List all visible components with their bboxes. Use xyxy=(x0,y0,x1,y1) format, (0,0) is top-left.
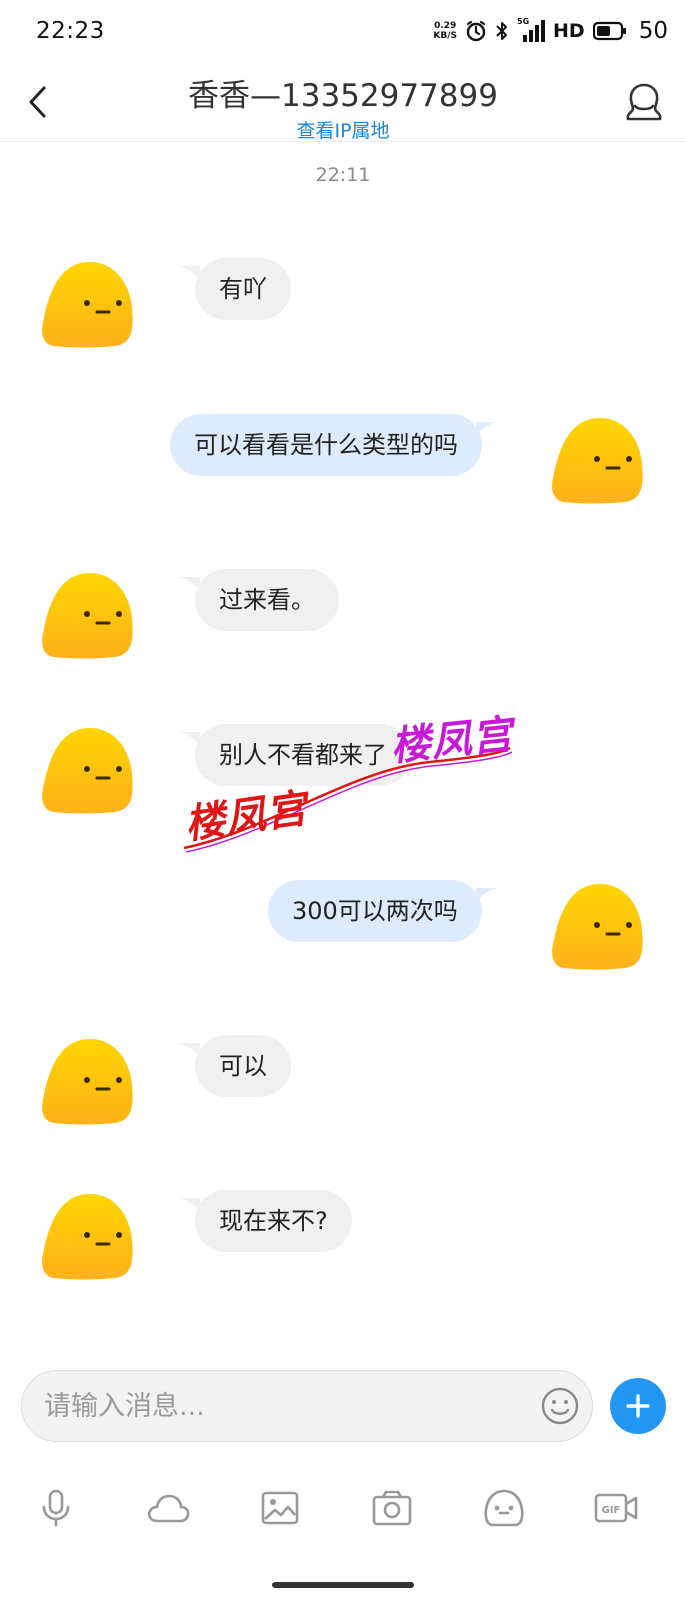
message-bubble[interactable]: 现在来不? xyxy=(195,1190,352,1252)
gif-icon: GIF xyxy=(594,1493,638,1523)
add-attachment-button[interactable] xyxy=(610,1378,666,1434)
incoming-message: 现在来不? xyxy=(0,1190,686,1290)
watermark: 楼凤宫 楼凤宫 xyxy=(180,700,530,860)
user-profile-icon xyxy=(626,83,662,121)
plus-icon xyxy=(626,1394,650,1418)
profile-button[interactable] xyxy=(622,80,666,124)
message-bubble[interactable]: 300可以两次吗 xyxy=(268,880,482,942)
svg-text:GIF: GIF xyxy=(602,1505,621,1516)
message-bubble[interactable]: 可以看看是什么类型的吗 xyxy=(170,414,482,476)
avatar[interactable] xyxy=(550,880,646,972)
status-bar: 22:23 0.29 KB/S 5G HD 50 xyxy=(0,0,686,64)
network-type-label: 5G xyxy=(517,17,530,26)
camera-icon xyxy=(372,1490,412,1526)
battery-icon xyxy=(592,21,626,41)
cloud-icon xyxy=(147,1494,190,1523)
outgoing-message: 可以看看是什么类型的吗 xyxy=(0,414,686,514)
avatar[interactable] xyxy=(40,724,136,816)
network-speed-unit: KB/S xyxy=(433,31,458,41)
voice-button[interactable] xyxy=(28,1480,84,1536)
emoji-button[interactable] xyxy=(540,1386,580,1426)
avatar[interactable] xyxy=(40,1190,136,1282)
microphone-icon xyxy=(42,1489,70,1527)
chat-toolbar: GIF xyxy=(0,1480,686,1540)
camera-button[interactable] xyxy=(364,1480,420,1536)
message-bubble[interactable]: 过来看。 xyxy=(195,569,339,631)
message-input[interactable] xyxy=(21,1370,593,1442)
bluetooth-icon xyxy=(496,22,508,40)
incoming-message: 可以 xyxy=(0,1035,686,1135)
image-icon xyxy=(261,1491,299,1525)
composer xyxy=(0,1370,686,1450)
avatar[interactable] xyxy=(40,258,136,350)
avatar[interactable] xyxy=(550,414,646,506)
avatar[interactable] xyxy=(40,1035,136,1127)
gif-button[interactable]: GIF xyxy=(588,1480,644,1536)
contact-name: 香香—13352977899 xyxy=(188,78,498,114)
alarm-icon xyxy=(466,20,486,42)
message-bubble[interactable]: 有吖 xyxy=(195,258,291,320)
status-time: 22:23 xyxy=(36,18,105,44)
image-button[interactable] xyxy=(252,1480,308,1536)
home-indicator xyxy=(272,1582,414,1588)
cloud-button[interactable] xyxy=(140,1480,196,1536)
chat-timestamp: 22:11 xyxy=(315,164,371,186)
network-speed: 0.29 KB/S xyxy=(433,21,457,41)
avatar[interactable] xyxy=(40,569,136,661)
sticker-button[interactable] xyxy=(476,1480,532,1536)
outgoing-message: 300可以两次吗 xyxy=(0,880,686,980)
sticker-icon xyxy=(484,1489,524,1527)
hd-label: HD xyxy=(553,20,585,42)
emoji-icon xyxy=(541,1387,579,1425)
signal-strength: 5G xyxy=(517,17,546,43)
incoming-message: 过来看。 xyxy=(0,569,686,669)
message-bubble[interactable]: 可以 xyxy=(195,1035,291,1097)
network-speed-value: 0.29 xyxy=(434,21,457,31)
battery-level: 50 xyxy=(638,18,668,44)
chat-header: 香香—13352977899 查看IP属地 xyxy=(0,64,686,142)
status-icons: 0.29 KB/S 5G HD 50 xyxy=(433,16,668,46)
incoming-message: 有吖 xyxy=(0,258,686,358)
view-ip-location-link[interactable]: 查看IP属地 xyxy=(0,116,686,143)
